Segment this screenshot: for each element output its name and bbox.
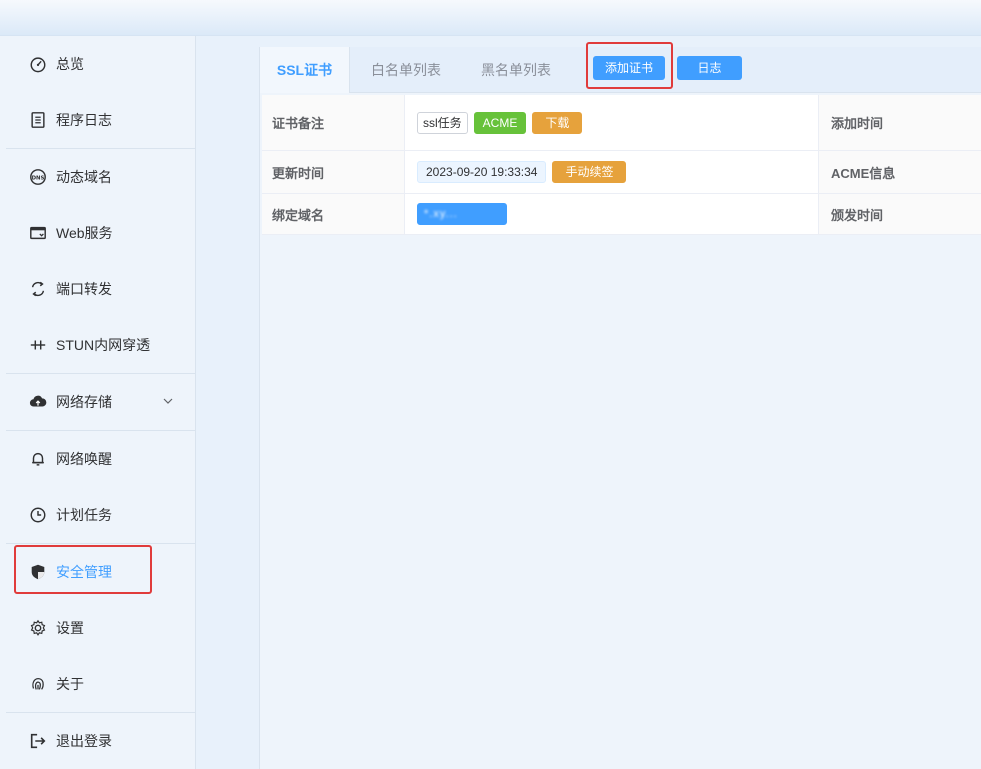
clock-icon: [28, 505, 48, 525]
issue-time-label: 颁发时间: [818, 194, 981, 234]
tab-ssl-certificates[interactable]: SSL证书: [260, 47, 350, 93]
shield-icon: [28, 562, 48, 582]
sidebar-item-label: 安全管理: [56, 564, 112, 580]
stun-icon: [28, 335, 48, 355]
sidebar-item-label: 网络存储: [56, 394, 112, 410]
web-service-icon: [28, 223, 48, 243]
sidebar-item-settings[interactable]: 设置: [6, 600, 195, 656]
sidebar-item-security[interactable]: 安全管理: [6, 544, 195, 600]
main-content: SSL证书 白名单列表 黑名单列表 添加证书 日志 证书备注 ssl任务 ACM…: [196, 36, 981, 769]
sidebar-item-scheduled-tasks[interactable]: 计划任务: [6, 487, 195, 543]
gear-icon: [28, 618, 48, 638]
tab-whitelist[interactable]: 白名单列表: [356, 47, 456, 93]
remark-label: 证书备注: [262, 95, 405, 150]
tab-blacklist[interactable]: 黑名单列表: [466, 47, 566, 93]
sidebar-group-1: 总览 程序日志: [6, 36, 195, 149]
sidebar-item-wol[interactable]: 网络唤醒: [6, 431, 195, 487]
cloud-upload-icon: [28, 392, 48, 412]
remark-value: ssl任务 ACME 下载: [405, 95, 818, 150]
bind-domain-label: 绑定域名: [262, 194, 405, 234]
update-time-value: 2023-09-20 19:33:34 手动续签: [405, 151, 818, 193]
download-button[interactable]: 下载: [532, 111, 583, 134]
certificate-table: 证书备注 ssl任务 ACME 下载 添加时间 更新时间 2023-09-20 …: [262, 95, 981, 235]
sidebar-item-label: 关于: [56, 676, 84, 692]
sidebar-item-overview[interactable]: 总览: [6, 36, 195, 92]
table-row: 绑定域名 *.xy... 颁发时间: [262, 194, 981, 235]
ssl-panel: SSL证书 白名单列表 黑名单列表 添加证书 日志 证书备注 ssl任务 ACM…: [259, 47, 981, 769]
bell-icon: [28, 449, 48, 469]
sidebar-item-ddns[interactable]: DNS 动态域名: [6, 149, 195, 205]
sidebar-item-label: Web服务: [56, 225, 113, 241]
log-icon: [28, 110, 48, 130]
sidebar-item-label: STUN内网穿透: [56, 337, 151, 353]
add-time-label: 添加时间: [818, 95, 981, 150]
sidebar-item-label: 总览: [56, 56, 84, 72]
manual-renew-button[interactable]: 手动续签: [552, 161, 627, 183]
sidebar-group-6: 退出登录: [6, 713, 195, 769]
acme-info-label: ACME信息: [818, 151, 981, 193]
logout-icon: [28, 731, 48, 751]
domain-tag[interactable]: *.xy...: [417, 203, 507, 225]
add-certificate-button[interactable]: 添加证书: [593, 56, 665, 80]
sidebar-group-4: 网络唤醒 计划任务: [6, 431, 195, 544]
sidebar-item-web-service[interactable]: Web服务: [6, 205, 195, 261]
sidebar-item-logs[interactable]: 程序日志: [6, 92, 195, 148]
dns-icon: DNS: [28, 167, 48, 187]
fingerprint-icon: [28, 674, 48, 694]
sidebar-item-label: 网络唤醒: [56, 451, 112, 467]
chevron-down-icon[interactable]: [161, 394, 175, 408]
port-forward-icon: [28, 279, 48, 299]
sidebar-item-label: 程序日志: [56, 112, 112, 128]
sidebar-item-label: 端口转发: [56, 281, 112, 297]
sidebar-item-label: 动态域名: [56, 169, 112, 185]
table-row: 证书备注 ssl任务 ACME 下载 添加时间: [262, 95, 981, 151]
sidebar-item-network-storage[interactable]: 网络存储: [6, 374, 195, 430]
sidebar-item-port-forward[interactable]: 端口转发: [6, 261, 195, 317]
log-button[interactable]: 日志: [677, 56, 742, 80]
sidebar-group-2: DNS 动态域名 Web服务 端口转发 STUN内网穿透: [6, 149, 195, 374]
top-bar: [0, 0, 981, 36]
sidebar-item-stun[interactable]: STUN内网穿透: [6, 317, 195, 373]
sidebar-item-label: 计划任务: [56, 507, 112, 523]
sidebar-group-3: 网络存储: [6, 374, 195, 431]
update-time-tag: 2023-09-20 19:33:34: [417, 161, 547, 183]
acme-type-tag: ACME: [473, 111, 527, 134]
table-row: 更新时间 2023-09-20 19:33:34 手动续签 ACME信息: [262, 151, 981, 194]
dashboard-icon: [28, 54, 48, 74]
tab-bar: SSL证书 白名单列表 黑名单列表 添加证书 日志: [260, 47, 981, 93]
sidebar-item-logout[interactable]: 退出登录: [6, 713, 195, 769]
remark-tag: ssl任务: [417, 111, 468, 134]
sidebar-item-label: 设置: [56, 620, 84, 636]
sidebar: 总览 程序日志 DNS 动态域名 Web服务 端口转发 STUN内网穿透 网络存…: [0, 36, 196, 769]
sidebar-item-about[interactable]: 关于: [6, 656, 195, 712]
update-time-label: 更新时间: [262, 151, 405, 193]
sidebar-group-5: 安全管理 设置 关于: [6, 544, 195, 713]
bind-domain-value: *.xy...: [405, 194, 818, 234]
sidebar-item-label: 退出登录: [56, 733, 112, 749]
svg-text:DNS: DNS: [32, 175, 45, 181]
